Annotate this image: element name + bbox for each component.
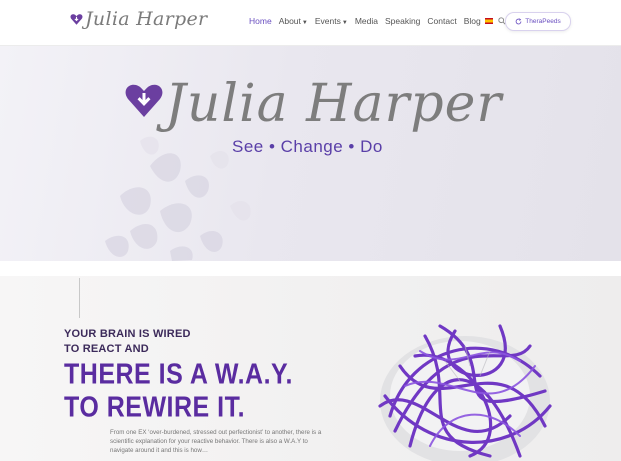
intro-headline-1: THERE IS A W.A.Y.	[64, 358, 293, 391]
intro-line-2: TO REACT AND	[64, 343, 149, 355]
nav-events-label: Events	[314, 16, 341, 26]
main-nav: Home About▼ Events▼ Media Speaking Conta…	[249, 16, 506, 26]
therapeeds-label: TheraPeeds	[525, 18, 561, 25]
hero-banner: Julia Harper See • Change • Do	[0, 46, 621, 261]
wired-brain-image	[378, 324, 552, 461]
hero-tagline: See • Change • Do	[232, 137, 383, 156]
heart-logo-icon	[125, 84, 163, 117]
logo-text: Julia Harper	[85, 8, 208, 30]
hero-title: Julia Harper	[165, 74, 503, 134]
nav-about-label: About	[278, 16, 301, 26]
spanish-flag-icon[interactable]	[484, 18, 493, 24]
nav-contact[interactable]: Contact	[427, 16, 456, 26]
nav-home[interactable]: Home	[249, 16, 272, 26]
nav-events[interactable]: Events▼	[315, 16, 348, 26]
chevron-down-icon: ▼	[301, 20, 308, 26]
section-divider	[0, 261, 621, 276]
intro-body-text: From one EX ‘over-burdened, stressed out…	[110, 429, 322, 454]
nav-about[interactable]: About▼	[279, 16, 308, 26]
chevron-down-icon: ▼	[341, 20, 348, 26]
vertical-divider	[79, 278, 80, 318]
nav-blog[interactable]: Blog	[464, 16, 481, 26]
nav-media[interactable]: Media	[355, 16, 378, 26]
therapeeds-button[interactable]: TheraPeeds	[505, 12, 571, 31]
intro-section: YOUR BRAIN IS WIRED TO REACT AND THERE I…	[0, 276, 621, 461]
site-header: Julia Harper Home About▼ Events▼ Media S…	[0, 0, 621, 46]
intro-line-1: YOUR BRAIN IS WIRED	[64, 328, 191, 340]
intro-headline-2: TO REWIRE IT.	[64, 391, 246, 424]
site-logo[interactable]: Julia Harper	[70, 8, 207, 30]
refresh-icon	[515, 18, 522, 25]
heart-logo-icon	[70, 13, 83, 25]
nav-speaking[interactable]: Speaking	[385, 16, 420, 26]
